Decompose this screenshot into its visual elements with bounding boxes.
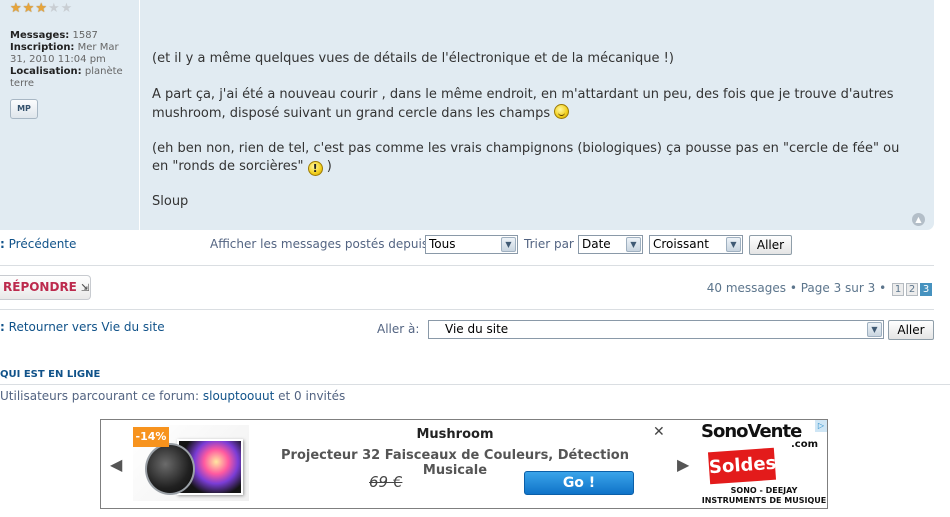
ad-next-arrow-icon[interactable]: ▶: [677, 455, 689, 474]
inscription-label: Inscription:: [10, 42, 75, 53]
post-block: ★★★★★ Messages: 1587 Inscription: Mer Ma…: [0, 0, 934, 230]
ad-brand-logo[interactable]: SonoVente .com Soldes SONO - DEEJAY INST…: [701, 423, 827, 507]
star-empty-icon: ★: [47, 1, 61, 16]
localisation-label: Localisation:: [10, 66, 82, 77]
page-link-2[interactable]: 2: [906, 283, 918, 296]
messages-label: Messages:: [10, 30, 70, 41]
bullet-icon: :: [0, 237, 5, 251]
display-since-select[interactable]: Tous ▼: [425, 235, 518, 254]
star-icon: ★: [35, 1, 48, 16]
ad-title[interactable]: Mushroom: [255, 427, 655, 442]
who-is-online-title: QUI EST EN LIGNE: [0, 369, 101, 380]
brand-name: SonoVente: [701, 421, 802, 442]
post-paragraph-text: (eh ben non, rien de tel, c'est pas comm…: [152, 141, 900, 174]
return-link-row: : Retourner vers Vie du site: [0, 320, 165, 334]
post-paragraph-text: ): [326, 159, 332, 174]
jump-go-button[interactable]: Aller: [888, 320, 934, 340]
online-user-link[interactable]: slouptoouut: [203, 389, 274, 403]
forum-page: ★★★★★ Messages: 1587 Inscription: Mer Ma…: [0, 0, 950, 517]
ad-old-price: 69 €: [369, 473, 403, 491]
page-link-1[interactable]: 1: [892, 283, 904, 296]
reply-button-label: RÉPONDRE: [3, 280, 77, 294]
sort-order-value: Croissant: [653, 237, 709, 251]
bullet-icon: :: [0, 320, 5, 334]
star-empty-icon: ★: [60, 1, 74, 16]
jump-to-value: Vie du site: [445, 322, 509, 336]
previous-topic-link-row: : Précédente: [0, 237, 76, 251]
sort-by-value: Date: [582, 237, 611, 251]
rank-stars: ★★★★★: [10, 1, 73, 16]
exclamation-icon: !: [307, 161, 323, 176]
profile-details: Messages: 1587 Inscription: Mer Mar 31, …: [10, 30, 135, 90]
display-since-label: Afficher les messages postés depuis:: [210, 237, 433, 251]
jump-to-select[interactable]: Vie du site ▼: [428, 320, 884, 339]
pagination-text: 40 messages • Page 3 sur 3 •: [706, 281, 887, 295]
page-current[interactable]: 3: [920, 283, 932, 296]
divider: [0, 309, 934, 310]
brand-tagline-2: INSTRUMENTS DE MUSIQUE: [701, 496, 827, 505]
who-is-online-text: Utilisateurs parcourant ce forum: sloupt…: [0, 389, 345, 403]
online-suffix: et 0 invités: [278, 389, 346, 403]
divider: [0, 265, 934, 266]
ad-banner[interactable]: ◀ -14% Mushroom ✕ Projecteur 32 Faisceau…: [100, 419, 828, 509]
chevron-down-icon: ▼: [626, 237, 641, 252]
display-since-value: Tous: [429, 237, 456, 251]
ad-go-button[interactable]: Go !: [524, 471, 634, 495]
post-paragraph-text: A part ça, j'ai été a nouveau courir , d…: [152, 87, 894, 121]
ad-close-icon[interactable]: ✕: [653, 424, 665, 440]
sort-go-button[interactable]: Aller: [749, 235, 792, 255]
pm-button-label: MP: [17, 104, 31, 113]
ad-projector-image: [145, 443, 195, 495]
star-icon: ★: [10, 1, 23, 16]
messages-value: 1587: [72, 30, 98, 41]
brand-tld: .com: [791, 439, 819, 450]
private-message-button[interactable]: MP: [10, 99, 38, 119]
back-to-top-icon[interactable]: ▲: [912, 213, 925, 226]
brand-tagline-1: SONO - DEEJAY: [730, 486, 798, 495]
sort-by-label: Trier par: [524, 237, 574, 251]
post-content: (et il y a même quelques vues de détails…: [152, 50, 917, 228]
online-prefix: Utilisateurs parcourant ce forum:: [0, 389, 200, 403]
ad-discount-badge: -14%: [133, 427, 169, 447]
reply-button[interactable]: RÉPONDRE ⇲: [0, 275, 91, 300]
brand-soldes-banner: Soldes: [707, 447, 777, 485]
ad-choices-icon[interactable]: ▷: [815, 420, 827, 432]
chevron-down-icon: ▼: [501, 237, 516, 252]
post-author-profile: ★★★★★ Messages: 1587 Inscription: Mer Ma…: [0, 0, 140, 230]
ad-prev-arrow-icon[interactable]: ◀: [110, 455, 122, 474]
jump-to-label: Aller à:: [377, 322, 420, 336]
post-paragraph: (et il y a même quelques vues de détails…: [152, 51, 674, 66]
reply-pen-icon: ⇲: [80, 283, 90, 294]
pagination: 40 messages • Page 3 sur 3 • 123: [707, 281, 932, 296]
sort-order-select[interactable]: Croissant ▼: [649, 235, 743, 254]
post-paragraph: A part ça, j'ai été a nouveau courir , d…: [152, 86, 917, 123]
post-signature: Sloup: [152, 194, 189, 209]
star-icon: ★: [22, 1, 36, 16]
sort-by-select[interactable]: Date ▼: [578, 235, 643, 254]
chevron-down-icon: ▼: [726, 237, 741, 252]
divider: [0, 384, 950, 385]
smile-icon: [554, 104, 570, 119]
previous-topic-link[interactable]: Précédente: [9, 237, 77, 251]
chevron-down-icon: ▼: [867, 322, 882, 337]
post-paragraph: (eh ben non, rien de tel, c'est pas comm…: [152, 140, 917, 176]
return-to-forum-link[interactable]: Retourner vers Vie du site: [9, 320, 165, 334]
